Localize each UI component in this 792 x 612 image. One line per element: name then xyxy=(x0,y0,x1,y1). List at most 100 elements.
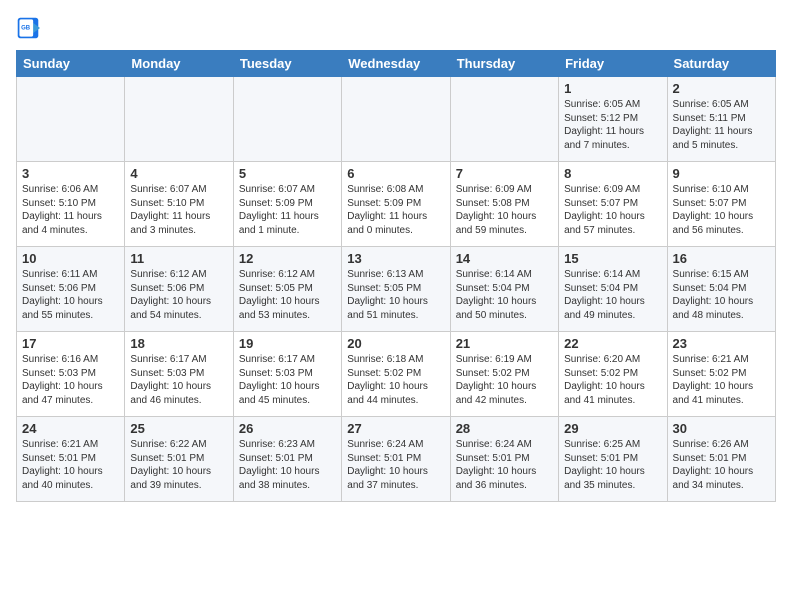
calendar-table: SundayMondayTuesdayWednesdayThursdayFrid… xyxy=(16,50,776,502)
day-info: Sunrise: 6:09 AM Sunset: 5:08 PM Dayligh… xyxy=(456,183,553,237)
weekday-header-thursday: Thursday xyxy=(450,51,558,77)
day-cell-23: 23 Sunrise: 6:21 AM Sunset: 5:02 PM Dayli… xyxy=(667,332,775,417)
day-number: 28 xyxy=(456,421,553,436)
day-info: Sunrise: 6:07 AM Sunset: 5:10 PM Dayligh… xyxy=(130,183,227,237)
week-row-4: 17 Sunrise: 6:16 AM Sunset: 5:03 PM Dayli… xyxy=(17,332,776,417)
week-row-3: 10 Sunrise: 6:11 AM Sunset: 5:06 PM Dayli… xyxy=(17,247,776,332)
day-cell-4: 4 Sunrise: 6:07 AM Sunset: 5:10 PM Daylig… xyxy=(125,162,233,247)
day-info: Sunrise: 6:07 AM Sunset: 5:09 PM Dayligh… xyxy=(239,183,336,237)
day-cell-3: 3Sunrise: 6:06 AM Sunset: 5:10 PM Daylig… xyxy=(17,162,125,247)
day-cell-29: 29 Sunrise: 6:25 AM Sunset: 5:01 PM Dayli… xyxy=(559,417,667,502)
day-cell-15: 15Sunrise: 6:14 AM Sunset: 5:04 PM Dayli… xyxy=(559,247,667,332)
page-header: GB xyxy=(16,16,776,40)
day-info: Sunrise: 6:05 AM Sunset: 5:11 PM Dayligh… xyxy=(673,98,770,152)
day-info: Sunrise: 6:14 AM Sunset: 5:04 PM Dayligh… xyxy=(456,268,553,322)
logo-icon: GB xyxy=(16,16,40,40)
day-info: Sunrise: 6:22 AM Sunset: 5:01 PM Dayligh… xyxy=(130,438,227,492)
day-number: 21 xyxy=(456,336,553,351)
day-info: Sunrise: 6:25 AM Sunset: 5:01 PM Dayligh… xyxy=(564,438,661,492)
day-info: Sunrise: 6:26 AM Sunset: 5:01 PM Dayligh… xyxy=(673,438,770,492)
empty-cell xyxy=(125,77,233,162)
week-row-2: 3Sunrise: 6:06 AM Sunset: 5:10 PM Daylig… xyxy=(17,162,776,247)
day-cell-20: 20 Sunrise: 6:18 AM Sunset: 5:02 PM Dayli… xyxy=(342,332,450,417)
empty-cell xyxy=(450,77,558,162)
day-info: Sunrise: 6:15 AM Sunset: 5:04 PM Dayligh… xyxy=(673,268,770,322)
day-cell-11: 11 Sunrise: 6:12 AM Sunset: 5:06 PM Dayli… xyxy=(125,247,233,332)
day-cell-1: 1 Sunrise: 6:05 AM Sunset: 5:12 PM Daylig… xyxy=(559,77,667,162)
day-info: Sunrise: 6:10 AM Sunset: 5:07 PM Dayligh… xyxy=(673,183,770,237)
day-number: 15 xyxy=(564,251,661,266)
day-cell-24: 24 Sunrise: 6:21 AM Sunset: 5:01 PM Dayli… xyxy=(17,417,125,502)
day-cell-18: 18Sunrise: 6:17 AM Sunset: 5:03 PM Dayli… xyxy=(125,332,233,417)
week-row-5: 24 Sunrise: 6:21 AM Sunset: 5:01 PM Dayli… xyxy=(17,417,776,502)
day-cell-12: 12 Sunrise: 6:12 AM Sunset: 5:05 PM Dayli… xyxy=(233,247,341,332)
day-number: 29 xyxy=(564,421,661,436)
weekday-header-row: SundayMondayTuesdayWednesdayThursdayFrid… xyxy=(17,51,776,77)
day-cell-26: 26Sunrise: 6:23 AM Sunset: 5:01 PM Dayli… xyxy=(233,417,341,502)
day-info: Sunrise: 6:21 AM Sunset: 5:02 PM Dayligh… xyxy=(673,353,770,407)
day-cell-21: 21 Sunrise: 6:19 AM Sunset: 5:02 PM Dayli… xyxy=(450,332,558,417)
day-number: 9 xyxy=(673,166,770,181)
weekday-header-saturday: Saturday xyxy=(667,51,775,77)
day-number: 4 xyxy=(130,166,227,181)
logo: GB xyxy=(16,16,42,40)
weekday-header-monday: Monday xyxy=(125,51,233,77)
day-number: 11 xyxy=(130,251,227,266)
day-info: Sunrise: 6:09 AM Sunset: 5:07 PM Dayligh… xyxy=(564,183,661,237)
day-info: Sunrise: 6:13 AM Sunset: 5:05 PM Dayligh… xyxy=(347,268,444,322)
weekday-header-sunday: Sunday xyxy=(17,51,125,77)
day-info: Sunrise: 6:23 AM Sunset: 5:01 PM Dayligh… xyxy=(239,438,336,492)
day-cell-2: 2 Sunrise: 6:05 AM Sunset: 5:11 PM Daylig… xyxy=(667,77,775,162)
day-cell-30: 30 Sunrise: 6:26 AM Sunset: 5:01 PM Dayli… xyxy=(667,417,775,502)
day-cell-10: 10 Sunrise: 6:11 AM Sunset: 5:06 PM Dayli… xyxy=(17,247,125,332)
svg-text:GB: GB xyxy=(21,26,31,32)
day-number: 13 xyxy=(347,251,444,266)
day-info: Sunrise: 6:11 AM Sunset: 5:06 PM Dayligh… xyxy=(22,268,119,322)
day-info: Sunrise: 6:17 AM Sunset: 5:03 PM Dayligh… xyxy=(239,353,336,407)
day-number: 16 xyxy=(673,251,770,266)
day-cell-17: 17 Sunrise: 6:16 AM Sunset: 5:03 PM Dayli… xyxy=(17,332,125,417)
day-number: 22 xyxy=(564,336,661,351)
day-number: 20 xyxy=(347,336,444,351)
day-number: 19 xyxy=(239,336,336,351)
week-row-1: 1 Sunrise: 6:05 AM Sunset: 5:12 PM Daylig… xyxy=(17,77,776,162)
day-info: Sunrise: 6:21 AM Sunset: 5:01 PM Dayligh… xyxy=(22,438,119,492)
day-info: Sunrise: 6:16 AM Sunset: 5:03 PM Dayligh… xyxy=(22,353,119,407)
day-number: 7 xyxy=(456,166,553,181)
day-cell-27: 27Sunrise: 6:24 AM Sunset: 5:01 PM Dayli… xyxy=(342,417,450,502)
day-number: 8 xyxy=(564,166,661,181)
day-cell-9: 9 Sunrise: 6:10 AM Sunset: 5:07 PM Daylig… xyxy=(667,162,775,247)
day-info: Sunrise: 6:20 AM Sunset: 5:02 PM Dayligh… xyxy=(564,353,661,407)
day-cell-28: 28 Sunrise: 6:24 AM Sunset: 5:01 PM Dayli… xyxy=(450,417,558,502)
day-cell-6: 6Sunrise: 6:08 AM Sunset: 5:09 PM Daylig… xyxy=(342,162,450,247)
day-cell-5: 5Sunrise: 6:07 AM Sunset: 5:09 PM Daylig… xyxy=(233,162,341,247)
empty-cell xyxy=(342,77,450,162)
day-info: Sunrise: 6:18 AM Sunset: 5:02 PM Dayligh… xyxy=(347,353,444,407)
day-number: 30 xyxy=(673,421,770,436)
day-info: Sunrise: 6:17 AM Sunset: 5:03 PM Dayligh… xyxy=(130,353,227,407)
day-cell-7: 7 Sunrise: 6:09 AM Sunset: 5:08 PM Daylig… xyxy=(450,162,558,247)
day-number: 24 xyxy=(22,421,119,436)
day-info: Sunrise: 6:12 AM Sunset: 5:06 PM Dayligh… xyxy=(130,268,227,322)
day-info: Sunrise: 6:19 AM Sunset: 5:02 PM Dayligh… xyxy=(456,353,553,407)
empty-cell xyxy=(17,77,125,162)
day-info: Sunrise: 6:08 AM Sunset: 5:09 PM Dayligh… xyxy=(347,183,444,237)
day-number: 2 xyxy=(673,81,770,96)
day-number: 10 xyxy=(22,251,119,266)
day-number: 17 xyxy=(22,336,119,351)
empty-cell xyxy=(233,77,341,162)
day-number: 1 xyxy=(564,81,661,96)
day-info: Sunrise: 6:12 AM Sunset: 5:05 PM Dayligh… xyxy=(239,268,336,322)
day-info: Sunrise: 6:24 AM Sunset: 5:01 PM Dayligh… xyxy=(456,438,553,492)
weekday-header-wednesday: Wednesday xyxy=(342,51,450,77)
day-number: 27 xyxy=(347,421,444,436)
day-number: 23 xyxy=(673,336,770,351)
day-cell-13: 13 Sunrise: 6:13 AM Sunset: 5:05 PM Dayli… xyxy=(342,247,450,332)
weekday-header-friday: Friday xyxy=(559,51,667,77)
day-cell-22: 22 Sunrise: 6:20 AM Sunset: 5:02 PM Dayli… xyxy=(559,332,667,417)
day-number: 3 xyxy=(22,166,119,181)
day-info: Sunrise: 6:05 AM Sunset: 5:12 PM Dayligh… xyxy=(564,98,661,152)
day-cell-16: 16 Sunrise: 6:15 AM Sunset: 5:04 PM Dayli… xyxy=(667,247,775,332)
day-number: 12 xyxy=(239,251,336,266)
weekday-header-tuesday: Tuesday xyxy=(233,51,341,77)
